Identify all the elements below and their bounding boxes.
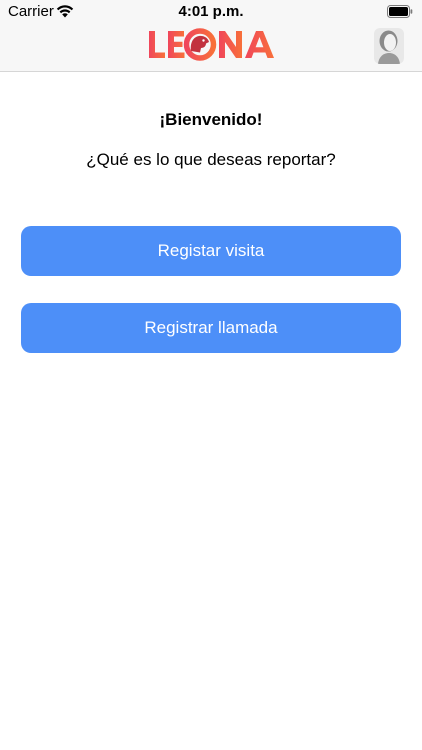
register-call-label: Registrar llamada	[144, 318, 278, 337]
register-visit-button[interactable]: Registar visita	[21, 226, 401, 276]
report-question: ¿Qué es lo que deseas reportar?	[86, 150, 336, 169]
leona-logo	[149, 28, 274, 61]
battery-icon	[387, 5, 413, 18]
welcome-heading: ¡Bienvenido!	[159, 110, 263, 129]
status-bar: Carrier 4:01 p.m.	[0, 0, 422, 24]
status-time: 4:01 p.m.	[178, 3, 244, 20]
nav-bar	[0, 24, 422, 72]
user-avatar-icon	[374, 28, 404, 64]
register-visit-label: Registar visita	[157, 241, 265, 260]
user-avatar-button[interactable]	[374, 28, 404, 64]
register-call-button[interactable]: Registrar llamada	[21, 303, 401, 353]
